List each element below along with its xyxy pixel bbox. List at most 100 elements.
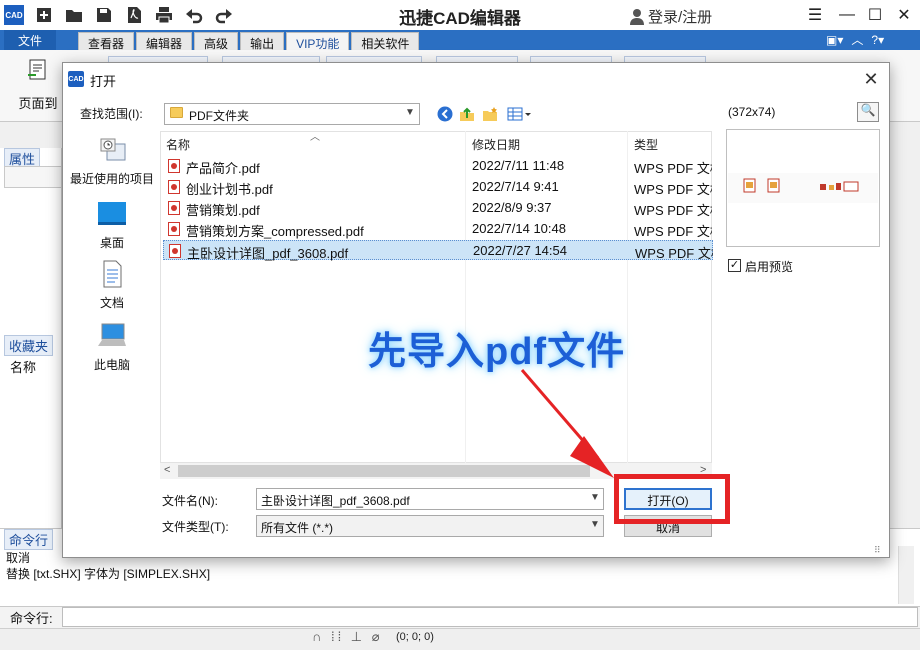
file-date: 2022/7/11 11:48 (472, 158, 565, 173)
redo-icon[interactable] (214, 5, 234, 25)
back-icon[interactable] (436, 105, 454, 123)
pdf-file-icon (168, 201, 180, 215)
file-name: 营销策划方案_compressed.pdf (186, 224, 364, 239)
command-input[interactable] (62, 607, 918, 627)
properties-strip (4, 166, 62, 188)
menu-hamburger-icon[interactable]: ☰ (804, 4, 826, 26)
file-date: 2022/8/9 9:37 (472, 200, 552, 215)
close-window-icon[interactable]: ✕ (893, 4, 915, 26)
command-tab[interactable]: 命令行 (4, 529, 54, 550)
dialog-title: 打开 (90, 74, 117, 89)
ribbon-page-button[interactable]: 页面到 (10, 58, 66, 118)
desktop-icon (98, 202, 126, 225)
pdf-file-icon (168, 180, 180, 194)
file-name: 创业计划书.pdf (186, 182, 273, 197)
preview-zoom-icon[interactable]: 🔍 (857, 102, 879, 122)
menu-viewer[interactable]: 查看器 (78, 32, 135, 51)
filetype-label: 文件类型(T): (162, 520, 229, 534)
file-name: 产品简介.pdf (186, 161, 260, 176)
annotation-arrow-icon (520, 369, 614, 478)
command-history-line: 替换 [txt.SHX] 字体为 [SIMPLEX.SHX] (6, 567, 211, 581)
look-in-value: PDF文件夹 (189, 109, 250, 123)
menubar-right-controls: ▣▾ ︿ ?▾ (826, 31, 884, 48)
file-type: WPS PDF 文档 (634, 182, 712, 197)
filename-input[interactable]: 主卧设计详图_pdf_3608.pdf (256, 488, 604, 510)
look-in-label: 查找范围(I): (80, 107, 143, 121)
place-documents-label: 文档 (99, 296, 124, 310)
app-logo-icon: CAD (4, 5, 24, 25)
chevron-down-icon[interactable]: ▼ (590, 519, 600, 530)
file-type: WPS PDF 文档 (635, 246, 713, 261)
view-menu-icon[interactable] (506, 105, 534, 123)
pdf-export-icon[interactable] (124, 5, 144, 25)
maximize-icon[interactable]: ☐ (864, 4, 886, 26)
place-documents[interactable]: 文档 (66, 260, 158, 311)
up-folder-icon[interactable] (458, 105, 476, 123)
dialog-close-icon[interactable]: ✕ (861, 69, 881, 90)
favorites-name-label: 名称 (10, 360, 37, 375)
pdf-file-icon (168, 159, 180, 173)
layout-icon[interactable]: ▣▾ (826, 33, 843, 47)
file-row[interactable]: 产品简介.pdf 2022/7/11 11:48 WPS PDF 文档 (163, 156, 713, 176)
look-in-dropdown[interactable]: PDF文件夹 (164, 103, 420, 125)
documents-icon (103, 260, 122, 288)
menu-advanced[interactable]: 高级 (194, 32, 239, 51)
place-desktop-label: 桌面 (99, 236, 124, 250)
enable-preview-label: 启用预览 (745, 260, 794, 274)
status-bar (0, 628, 920, 650)
open-folder-icon[interactable] (64, 5, 84, 25)
menu-output[interactable]: 输出 (240, 32, 285, 51)
new-file-icon[interactable] (34, 5, 54, 25)
column-header-name[interactable]: 名称 (166, 136, 190, 153)
file-date: 2022/7/14 10:48 (472, 221, 566, 236)
chevron-down-icon[interactable]: ▼ (405, 107, 415, 118)
file-type: WPS PDF 文档 (634, 161, 712, 176)
undo-icon[interactable] (184, 5, 204, 25)
menu-vip[interactable]: VIP功能 (286, 32, 350, 51)
login-link[interactable]: 登录/注册 (630, 6, 712, 27)
chevron-down-icon[interactable]: ▼ (590, 492, 600, 503)
place-desktop[interactable]: 桌面 (66, 200, 158, 251)
page-icon (28, 59, 46, 80)
preview-thumbnail (728, 173, 878, 203)
file-row-selected[interactable]: 主卧设计详图_pdf_3608.pdf 2022/7/27 14:54 WPS … (163, 240, 713, 261)
file-name: 主卧设计详图_pdf_3608.pdf (187, 246, 349, 261)
coordinates-readout: (0; 0; 0) (396, 631, 434, 643)
file-date: 2022/7/14 9:41 (472, 179, 559, 194)
place-this-pc-label: 此电脑 (93, 358, 130, 372)
enable-preview-checkbox[interactable]: ✓ (728, 259, 741, 272)
help-icon[interactable]: ?▾ (871, 33, 884, 47)
user-icon (630, 8, 644, 25)
new-folder-icon[interactable] (481, 105, 499, 123)
app-title: 迅捷CAD编辑器 (399, 9, 521, 28)
file-row[interactable]: 营销策划.pdf 2022/8/9 9:37 WPS PDF 文档 (163, 198, 713, 218)
collapse-ribbon-icon[interactable]: ︿ (851, 31, 863, 48)
favorites-tab[interactable]: 收藏夹 (4, 335, 54, 356)
minimize-icon[interactable]: — (836, 4, 858, 26)
filename-label: 文件名(N): (162, 494, 218, 508)
file-name: 营销策划.pdf (186, 203, 260, 218)
computer-icon (98, 323, 126, 346)
file-row[interactable]: 创业计划书.pdf 2022/7/14 9:41 WPS PDF 文档 (163, 177, 713, 197)
folder-icon (170, 107, 183, 118)
print-icon[interactable] (154, 5, 174, 25)
save-icon[interactable] (94, 5, 114, 25)
menu-file[interactable]: 文件 (4, 30, 57, 50)
place-recent[interactable]: 最近使用的项目 (66, 136, 158, 187)
pdf-file-icon (168, 222, 180, 236)
command-history-line: 取消 (6, 551, 31, 565)
file-row[interactable]: 营销策划方案_compressed.pdf 2022/7/14 10:48 WP… (163, 219, 713, 239)
menu-related-software[interactable]: 相关软件 (351, 32, 420, 51)
filetype-select[interactable]: 所有文件 (*.*) (256, 515, 604, 537)
menu-editor[interactable]: 编辑器 (136, 32, 193, 51)
command-scrollbar[interactable] (898, 546, 914, 604)
snap-toggle-icons[interactable]: ∩ ⁞⁞ ⊥ ⌀ (312, 629, 383, 645)
app-title-bar: CAD 迅捷CAD编辑器 登录/注册 ☰ — ☐ ✕ (0, 0, 920, 30)
resize-grip-icon[interactable]: ⠿ (874, 545, 881, 556)
scroll-left-icon[interactable]: < (164, 464, 170, 476)
file-type: WPS PDF 文档 (634, 224, 712, 239)
column-header-type[interactable]: 类型 (634, 136, 658, 153)
place-this-pc[interactable]: 此电脑 (66, 322, 158, 373)
column-header-date[interactable]: 修改日期 (472, 136, 520, 153)
login-label: 登录/注册 (648, 9, 713, 26)
